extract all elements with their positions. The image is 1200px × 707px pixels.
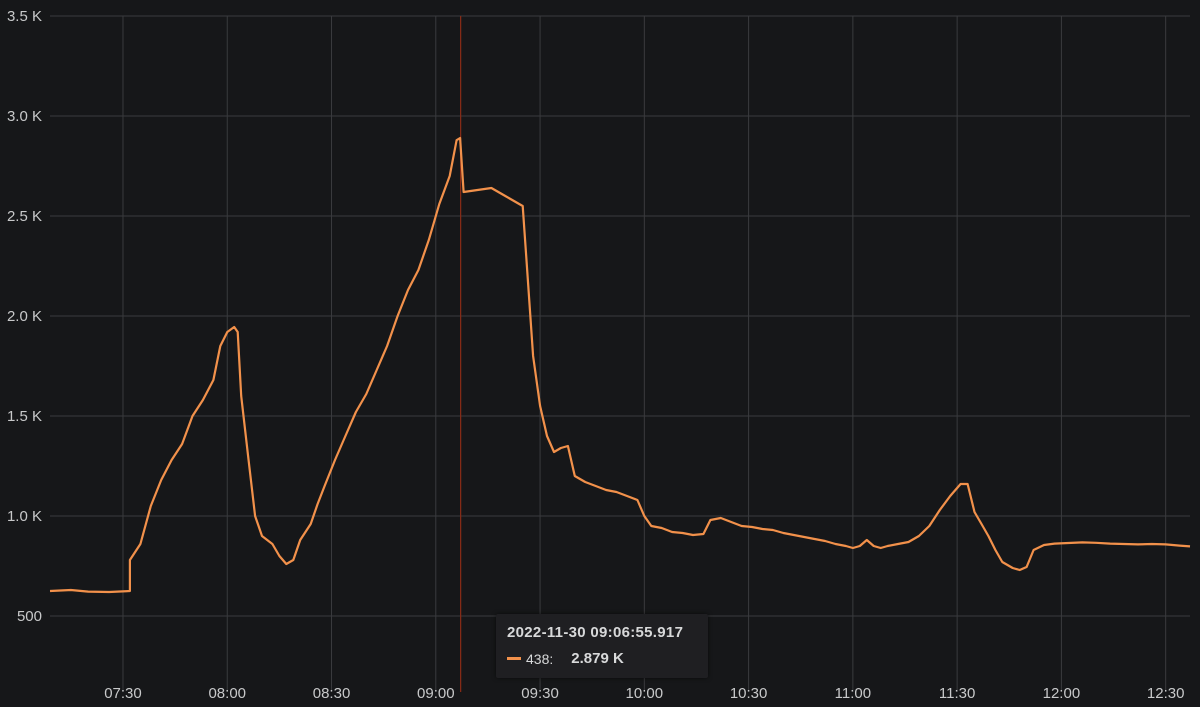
y-tick-label: 2.5 K [7,208,42,225]
x-tick-label: 10:30 [730,685,768,702]
line-chart[interactable]: 500 1.0 K 1.5 K 2.0 K 2.5 K 3.0 K 3.5 K 07:30 08… [0,0,1200,707]
tooltip-timestamp: 2022-11-30 09:06:55.917 [507,624,684,641]
y-tick-label: 2.0 K [7,308,42,325]
y-tick-label: 3.5 K [7,8,42,25]
series-color-swatch [507,657,521,660]
x-tick-label: 12:30 [1147,685,1185,702]
x-tick-label: 12:00 [1043,685,1081,702]
x-tick-label: 09:30 [521,685,559,702]
x-tick-label: 11:30 [939,685,975,702]
series-line-438[interactable] [49,136,1191,594]
x-tick-label: 10:00 [626,685,664,702]
y-tick-label: 1.0 K [7,508,42,525]
y-tick-label: 1.5 K [7,408,42,425]
x-tick-label: 08:00 [208,685,246,702]
x-tick-label: 11:00 [835,685,871,702]
x-tick-label: 09:00 [417,685,455,702]
tooltip-value: 2.879 K [571,650,624,667]
x-tick-label: 07:30 [104,685,142,702]
y-tick-label: 500 [17,608,42,625]
y-tick-label: 3.0 K [7,108,42,125]
hover-tooltip: 2022-11-30 09:06:55.917 438: 2.879 K [496,614,708,678]
time-series-panel: 500 1.0 K 1.5 K 2.0 K 2.5 K 3.0 K 3.5 K 07:30 08… [0,0,1200,707]
tooltip-series-label: 438: [526,650,554,667]
x-tick-label: 08:30 [313,685,351,702]
tooltip-series-row: 438: 2.879 K [507,650,624,667]
